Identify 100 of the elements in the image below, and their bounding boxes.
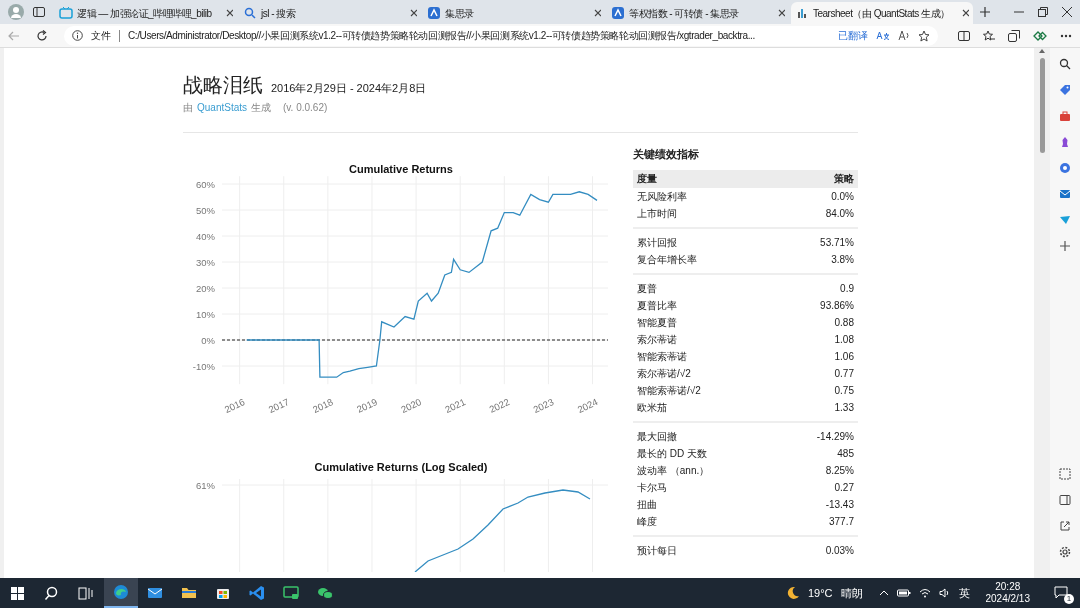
y-tick-label: 50% bbox=[196, 204, 215, 216]
info-icon[interactable] bbox=[72, 30, 83, 41]
input-method-label[interactable]: 英 bbox=[958, 584, 970, 602]
logo-icon bbox=[427, 6, 441, 20]
chart-title: Cumulative Returns bbox=[349, 163, 453, 175]
section-heading: 关键绩效指标 bbox=[633, 147, 700, 162]
speaker-icon[interactable] bbox=[938, 588, 951, 598]
metric-label: 智能夏普 bbox=[637, 315, 677, 330]
notification-count: 1 bbox=[1064, 594, 1074, 604]
scrollbar-thumb[interactable] bbox=[1039, 58, 1045, 153]
x-tick-label: 2021 bbox=[443, 396, 468, 415]
url-text: C:/Users/Administrator/Desktop//小果回测系统v1.2--可转债趋势策略轮动回测报告//小果回测系统v1.2--可转债趋势策略轮动回测报告/xgtrader_backtra... bbox=[128, 29, 756, 43]
add-icon[interactable] bbox=[1059, 240, 1072, 252]
metric-label: 最大回撤 bbox=[637, 429, 677, 444]
browser-tab[interactable]: 逻辑 — 加强论证_哔哩哔哩_bilib bbox=[55, 2, 237, 24]
logo-icon bbox=[611, 6, 625, 20]
favorite-star-icon[interactable] bbox=[918, 29, 930, 42]
x-tick-label: 2024 bbox=[575, 396, 600, 415]
y-tick-label: 61% bbox=[196, 479, 215, 491]
metric-label: 波动率 （ann.） bbox=[637, 463, 710, 478]
close-icon[interactable] bbox=[961, 8, 969, 18]
toolbox-icon[interactable] bbox=[1059, 110, 1072, 122]
y-tick-label: 30% bbox=[196, 256, 215, 268]
column-header: 度量 bbox=[637, 171, 657, 186]
metric-value: 0.88 bbox=[834, 315, 854, 330]
metric-label: 预计每日 bbox=[637, 543, 677, 558]
x-tick-label: 2017 bbox=[266, 396, 291, 415]
metric-value: 93.86% bbox=[820, 298, 854, 313]
close-icon[interactable] bbox=[409, 8, 417, 18]
metric-value: 0.03% bbox=[825, 543, 854, 558]
translate-icon[interactable] bbox=[876, 30, 890, 41]
address-bar[interactable]: 文件 C:/Users/Administrator/Desktop//小果回测系统v1.2--可转债趋势策略轮动回测报告//小果回测系统v1.2--可转债趋势策略轮动回测报告/xgtrader_backtra... 已翻译 bbox=[64, 25, 938, 46]
metric-label: 夏普比率 bbox=[637, 298, 677, 313]
code-editor-icon bbox=[249, 585, 265, 601]
x-tick-label: 2019 bbox=[355, 396, 379, 415]
wifi-icon[interactable] bbox=[918, 588, 931, 598]
browser-tab[interactable]: 集思录 bbox=[423, 2, 605, 24]
close-icon[interactable] bbox=[225, 8, 233, 18]
task-view-icon[interactable] bbox=[77, 585, 93, 601]
metric-value: 53.71% bbox=[820, 235, 854, 250]
tab-actions-icon[interactable] bbox=[32, 5, 46, 19]
browser-tab[interactable]: 等权指数 - 可转债 - 集思录 bbox=[607, 2, 789, 24]
notification-icon[interactable] bbox=[1054, 585, 1068, 599]
browser-tab[interactable]: jsl - 搜索 bbox=[239, 2, 421, 24]
y-tick-label: 60% bbox=[196, 178, 215, 190]
sidebar-icon[interactable] bbox=[1059, 494, 1072, 506]
start-icon[interactable] bbox=[9, 585, 25, 601]
date-range: 2016年2月29日 - 2024年2月8日 bbox=[271, 81, 427, 96]
scheme-label: 文件 bbox=[91, 29, 111, 43]
metric-label: 扭曲 bbox=[637, 497, 657, 512]
x-tick-label: 2020 bbox=[399, 396, 423, 415]
metric-value: 0.27 bbox=[834, 480, 854, 495]
split-screen-icon[interactable] bbox=[958, 29, 970, 42]
tag-icon[interactable] bbox=[1059, 84, 1072, 96]
metric-value: -14.29% bbox=[816, 429, 854, 444]
metric-label: 夏普 bbox=[637, 281, 657, 296]
close-icon[interactable] bbox=[593, 8, 601, 18]
favorites-icon[interactable] bbox=[983, 29, 995, 42]
metric-value: 3.8% bbox=[831, 252, 854, 267]
extension-icon[interactable] bbox=[1033, 29, 1047, 42]
monitor-icon bbox=[283, 585, 299, 601]
browser-icon bbox=[113, 584, 129, 600]
send-icon[interactable] bbox=[1059, 214, 1072, 226]
bar-chart-icon bbox=[795, 6, 809, 20]
metric-value: 0.77 bbox=[834, 366, 854, 381]
restore-icon[interactable] bbox=[1038, 7, 1048, 17]
metric-label: 欧米茄 bbox=[637, 400, 667, 415]
mail-icon[interactable] bbox=[1059, 188, 1072, 200]
close-icon[interactable] bbox=[777, 8, 785, 18]
clock-date[interactable]: 2024/2/13 bbox=[985, 593, 1030, 605]
metric-value: 1.33 bbox=[834, 400, 854, 415]
metric-label: 索尔蒂诺/√2 bbox=[637, 366, 691, 381]
new-tab-icon[interactable] bbox=[979, 6, 991, 18]
metric-value: 485 bbox=[837, 446, 854, 461]
metric-value: 1.08 bbox=[834, 332, 854, 347]
browser-tab[interactable]: Tearsheet（由 QuantStats 生成） bbox=[791, 2, 973, 24]
metric-value: 0.75 bbox=[834, 383, 854, 398]
battery-icon[interactable] bbox=[896, 588, 911, 598]
settings-icon[interactable] bbox=[1059, 546, 1072, 558]
y-tick-label: 40% bbox=[196, 230, 215, 242]
generator-label: 生成 bbox=[251, 101, 272, 115]
read-aloud-icon[interactable] bbox=[898, 30, 910, 41]
search-icon[interactable] bbox=[43, 585, 59, 601]
metric-value: 1.06 bbox=[834, 349, 854, 364]
y-tick-label: -10% bbox=[192, 360, 215, 372]
circle-logo-icon[interactable] bbox=[1059, 162, 1072, 174]
collections-icon[interactable] bbox=[1008, 29, 1020, 42]
search-icon[interactable] bbox=[1059, 58, 1072, 70]
refresh-icon[interactable] bbox=[36, 29, 48, 42]
external-link-icon[interactable] bbox=[1059, 520, 1072, 532]
metric-label: 峰度 bbox=[637, 514, 657, 529]
moon-icon[interactable] bbox=[785, 586, 800, 600]
chevron-up-icon[interactable] bbox=[878, 588, 889, 598]
close-icon[interactable] bbox=[1062, 7, 1072, 17]
mail-icon bbox=[147, 585, 163, 601]
more-options-icon[interactable] bbox=[1060, 33, 1072, 38]
translate-label[interactable]: 已翻译 bbox=[838, 28, 868, 43]
y-tick-label: 0% bbox=[201, 334, 215, 346]
clock-time[interactable]: 20:28 bbox=[995, 581, 1021, 593]
x-tick-label: 2018 bbox=[310, 396, 335, 415]
